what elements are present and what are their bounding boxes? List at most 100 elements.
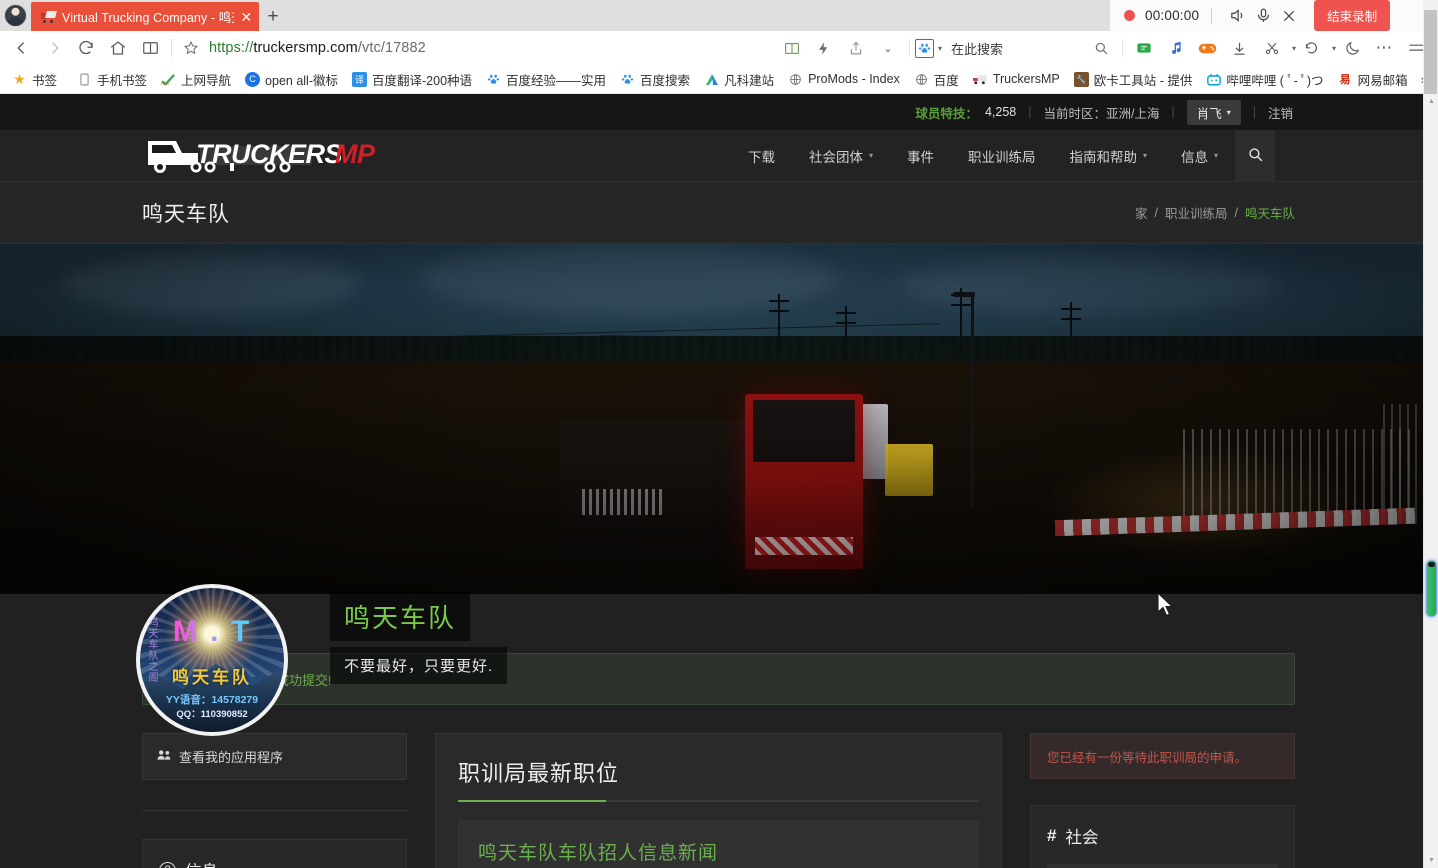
bookmark-label: open all-徽标 xyxy=(265,73,338,88)
profile-avatar[interactable] xyxy=(0,0,31,31)
new-tab-button[interactable]: + xyxy=(259,3,287,31)
search-icon[interactable] xyxy=(1085,33,1117,63)
username-label: 肖飞 xyxy=(1196,106,1222,121)
history-icon[interactable] xyxy=(1296,33,1328,63)
bookmark-item[interactable]: ★ 书签 xyxy=(5,67,64,91)
truck-icon xyxy=(41,10,57,23)
nav-label: 指南和帮助 xyxy=(1069,149,1137,165)
close-recorder-icon[interactable] xyxy=(1276,3,1302,29)
bookmark-item[interactable]: 易 网易邮箱 xyxy=(1331,67,1415,91)
vtc-banner-image xyxy=(0,244,1423,594)
translate-icon: 译 xyxy=(352,71,367,87)
page-scrollbar[interactable]: ▲ ▼ xyxy=(1423,94,1438,868)
url-path: /vtc/17882 xyxy=(357,40,426,56)
gamepad-icon[interactable] xyxy=(1192,33,1224,63)
bookmark-label: 上网导航 xyxy=(181,73,232,88)
speaker-icon[interactable] xyxy=(1224,3,1250,29)
browser-tab-active[interactable]: Virtual Trucking Company - 鸣天… ✕ xyxy=(31,2,259,31)
scissors-icon[interactable] xyxy=(1256,33,1288,63)
bookmark-item[interactable]: 译 百度翻译-200种语 xyxy=(345,67,479,91)
breadcrumb-item-vtc[interactable]: 职业训练局 xyxy=(1165,203,1228,222)
hash-icon: # xyxy=(1047,826,1057,845)
bookmark-star-icon[interactable] xyxy=(177,40,205,56)
tab-title: Virtual Trucking Company - 鸣天… xyxy=(62,11,234,25)
chevron-down-icon: ▾ xyxy=(868,151,873,160)
nav-label: 事件 xyxy=(906,149,934,165)
forward-icon[interactable] xyxy=(38,33,70,63)
bookmark-item[interactable]: ProMods - Index xyxy=(781,67,907,91)
baidu-icon[interactable] xyxy=(914,38,934,58)
user-menu-button[interactable]: 肖飞 ▾ xyxy=(1186,99,1241,125)
wechat-icon[interactable] xyxy=(1128,33,1160,63)
nav-item-community[interactable]: 社会团体 ▾ xyxy=(792,130,890,182)
page-scrollbar-thumb[interactable] xyxy=(1426,560,1437,617)
job-list-item[interactable]: 鸣天车队车队招人信息新闻 记得和我签约，惊喜就在等着你呢 xyxy=(458,820,979,868)
bookmark-item[interactable]: TruckersMP xyxy=(966,67,1067,91)
vtc-avatar: 鸣天车队之阁 M . T 鸣天车队 YY语音：14578279 QQ：11039… xyxy=(136,584,288,736)
download-icon[interactable] xyxy=(1224,33,1256,63)
avatar xyxy=(4,4,27,27)
bookmark-item[interactable]: 百度搜索 xyxy=(613,67,697,91)
info-card-header: ? 信息 xyxy=(143,840,406,868)
bookmark-item[interactable]: C open all-徽标 xyxy=(238,67,345,91)
bookmark-label: ProMods - Index xyxy=(808,72,900,86)
job-title[interactable]: 鸣天车队车队招人信息新闻 xyxy=(478,838,959,865)
lightning-icon[interactable] xyxy=(808,33,840,63)
bookmark-label: 手机书签 xyxy=(97,73,148,88)
music-icon[interactable] xyxy=(1160,33,1192,63)
site-logo[interactable]: TRUCKERS MP xyxy=(142,133,414,179)
moon-icon[interactable] xyxy=(1336,33,1368,63)
logout-link[interactable]: 注销 xyxy=(1268,103,1293,122)
nav-item-info[interactable]: 信息 ▾ xyxy=(1164,130,1235,182)
bookmark-label: 网易邮箱 xyxy=(1357,73,1408,88)
collections-icon[interactable] xyxy=(776,33,808,63)
breadcrumb-separator: / xyxy=(1154,205,1158,220)
address-bar[interactable]: https://truckersmp.com/vtc/17882 xyxy=(205,40,426,56)
bookmark-label: TruckersMP xyxy=(992,72,1060,86)
globe-icon xyxy=(914,72,929,87)
bookmark-item[interactable]: 百度 xyxy=(907,67,966,91)
chevron-down-icon[interactable]: ⌄ xyxy=(872,33,904,63)
view-applications-label: 查看我的应用程序 xyxy=(179,750,284,765)
share-icon[interactable] xyxy=(840,33,872,63)
bookmark-item[interactable]: 凡科建站 xyxy=(697,67,781,91)
nav-item-events[interactable]: 事件 xyxy=(890,130,951,182)
bookmark-item[interactable]: 哔哩哔哩 ( ﾟ- ﾟ)つ xyxy=(1199,67,1330,91)
vtc-slogan-container: 不要最好，只要更好. xyxy=(330,647,508,684)
social-card-title: 社会 xyxy=(1065,829,1099,847)
view-applications-button[interactable]: 查看我的应用程序 xyxy=(142,733,407,780)
back-icon[interactable] xyxy=(6,33,38,63)
breadcrumb: 家 / 职业训练局 / 鸣天车队 xyxy=(1135,203,1295,222)
microphone-icon[interactable] xyxy=(1250,3,1276,29)
close-icon[interactable]: ✕ xyxy=(240,10,253,24)
site-search-button[interactable] xyxy=(1235,129,1275,182)
window-scrollbar[interactable] xyxy=(1423,0,1438,340)
nav-item-guides[interactable]: 指南和帮助 ▾ xyxy=(1052,130,1164,182)
bookmark-item[interactable]: hao 上网导航 xyxy=(154,67,238,91)
vtc-name-container: 鸣天车队 xyxy=(330,592,471,641)
player-stat-label: 球员特技： xyxy=(915,106,978,121)
site-navigation: TRUCKERS MP 下载 社会团体 ▾ 事件 职业训练局 指南和帮助 ▾ 信… xyxy=(0,129,1423,182)
nav-item-vtc[interactable]: 职业训练局 xyxy=(951,130,1053,182)
chevron-down-icon: ▾ xyxy=(1226,107,1231,117)
truckersmp-logo-icon: TRUCKERS MP xyxy=(148,139,376,173)
bookmark-item[interactable]: 百度经验——实用 xyxy=(479,67,613,91)
breadcrumb-item-home[interactable]: 家 xyxy=(1135,203,1148,222)
scroll-down-arrow-icon[interactable]: ▼ xyxy=(1424,853,1438,868)
bookmark-item[interactable]: 🔧 欧卡工具站 - 提供 xyxy=(1067,67,1200,91)
home-icon[interactable] xyxy=(102,33,134,63)
more-options-icon[interactable]: ⋯ xyxy=(1368,33,1400,63)
bookmark-item[interactable]: 手机书签 xyxy=(70,67,154,91)
tools-icon: 🔧 xyxy=(1073,71,1089,87)
page-viewport: 球员特技： 4,258 | 当前时区：亚洲/上海 | 肖飞 ▾ | 注销 TRU… xyxy=(0,94,1423,868)
nav-item-download[interactable]: 下载 xyxy=(731,130,792,182)
reading-view-icon[interactable] xyxy=(134,33,166,63)
search-input[interactable]: 在此搜索 xyxy=(951,39,1003,58)
url-host: truckersmp.com xyxy=(253,40,358,56)
stop-recording-button[interactable]: 结束录制 xyxy=(1314,0,1391,31)
chevron-down-icon[interactable]: ▾ xyxy=(938,44,942,53)
phone-icon xyxy=(77,72,92,87)
hao123-icon: hao xyxy=(161,72,176,87)
scroll-up-arrow-icon[interactable]: ▲ xyxy=(1424,94,1438,109)
reload-icon[interactable] xyxy=(70,33,102,63)
